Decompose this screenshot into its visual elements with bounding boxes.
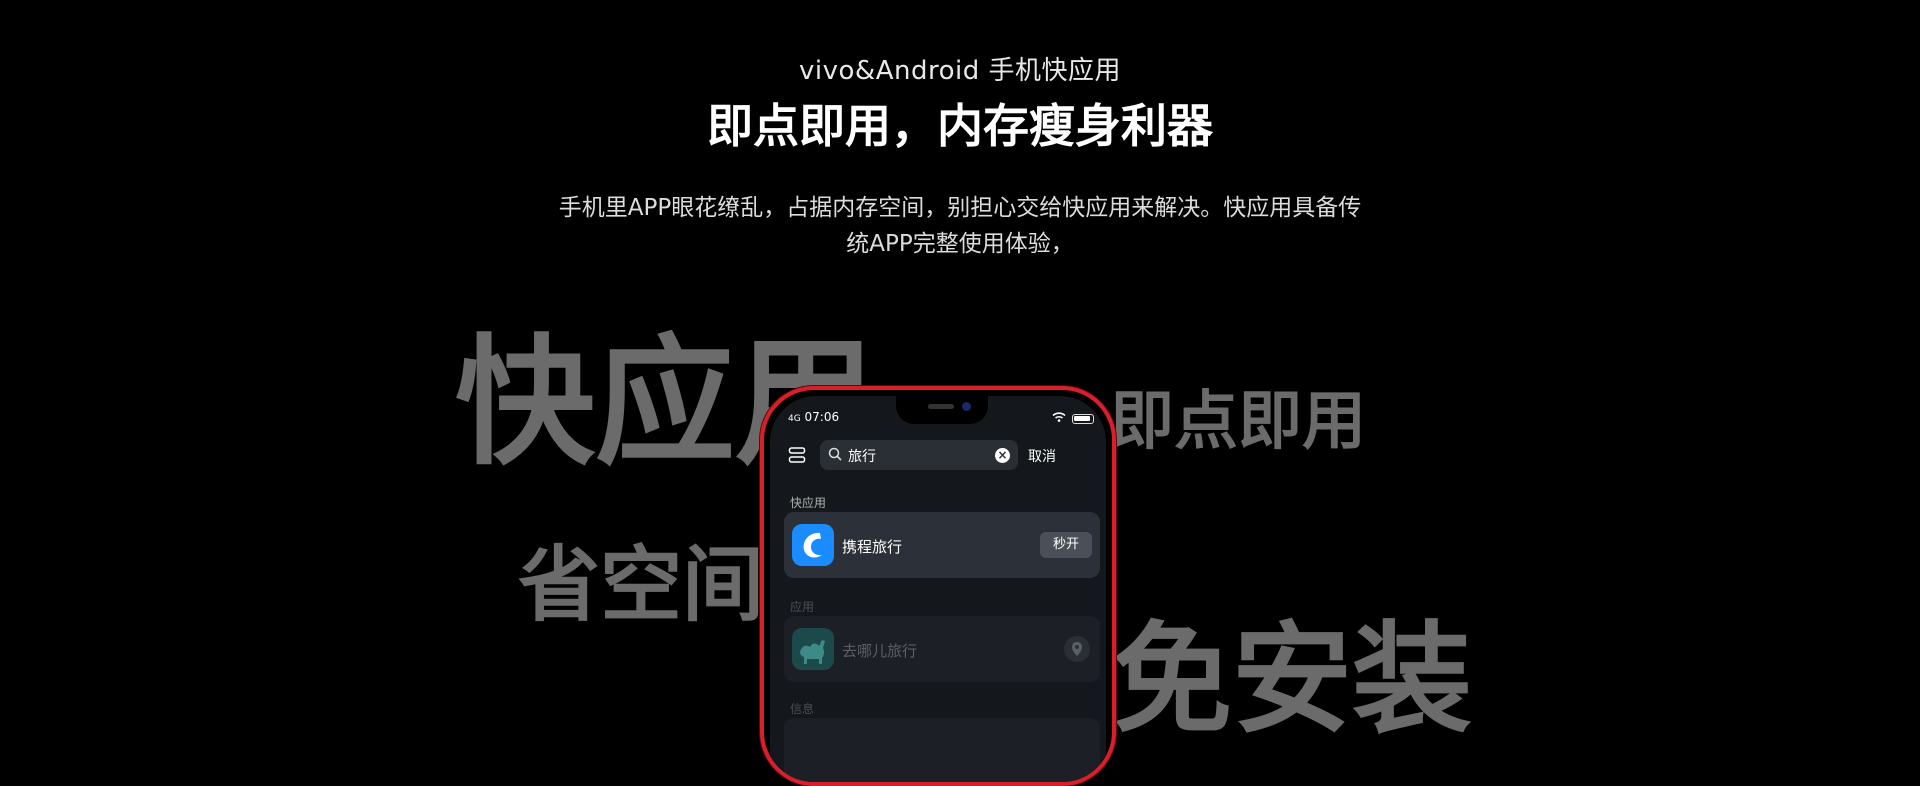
section-label-quick-apps: 快应用 — [790, 496, 827, 510]
feature-word-no-install: 免安装 — [1112, 611, 1472, 750]
wifi-icon — [1052, 412, 1066, 422]
app-name: 去哪儿旅行 — [842, 642, 918, 660]
camera-icon — [962, 402, 971, 411]
phone-notch — [896, 396, 988, 424]
info-result[interactable] — [784, 718, 1100, 782]
instant-open-button[interactable]: 秒开 — [1040, 532, 1092, 558]
status-time: 07:06 — [804, 410, 840, 424]
battery-icon — [1072, 414, 1094, 424]
app-result[interactable]: 去哪儿旅行 — [784, 616, 1100, 682]
signal-label: 4G — [788, 414, 801, 424]
cancel-button[interactable]: 取消 — [1028, 446, 1056, 466]
section-label-info: 信息 — [790, 702, 815, 716]
page-description: 手机里APP眼花缭乱，占据内存空间，别担心交给快应用来解决。快应用具备传统APP… — [558, 195, 1362, 257]
search-icon — [828, 447, 842, 461]
page-subtitle: vivo&Android 手机快应用 — [799, 56, 1121, 86]
quick-app-name: 携程旅行 — [842, 538, 903, 556]
phone-screen: 4G 07:06 旅行 × 取消 快应用 携程旅行 秒开 应用 去哪儿旅行 信息 — [770, 396, 1106, 782]
search-input[interactable]: 旅行 × — [820, 440, 1018, 470]
location-pin-icon[interactable] — [1064, 636, 1090, 662]
feature-word-save-space: 省空间 — [518, 538, 765, 633]
clear-search-icon[interactable]: × — [995, 448, 1010, 463]
qunar-app-icon — [792, 628, 834, 670]
speaker-grille — [928, 404, 954, 409]
search-query: 旅行 — [848, 449, 876, 465]
feature-word-instant-use: 即点即用 — [1110, 385, 1366, 459]
status-bar-left: 4G 07:06 — [788, 410, 839, 426]
ctrip-app-icon — [792, 524, 834, 566]
section-label-apps: 应用 — [790, 600, 815, 614]
quick-app-result[interactable]: 携程旅行 秒开 — [784, 512, 1100, 578]
phone-mockup: 4G 07:06 旅行 × 取消 快应用 携程旅行 秒开 应用 去哪儿旅行 信息 — [760, 386, 1116, 786]
menu-icon[interactable] — [788, 446, 806, 464]
page-title: 即点即用，内存瘦身利器 — [707, 99, 1213, 153]
